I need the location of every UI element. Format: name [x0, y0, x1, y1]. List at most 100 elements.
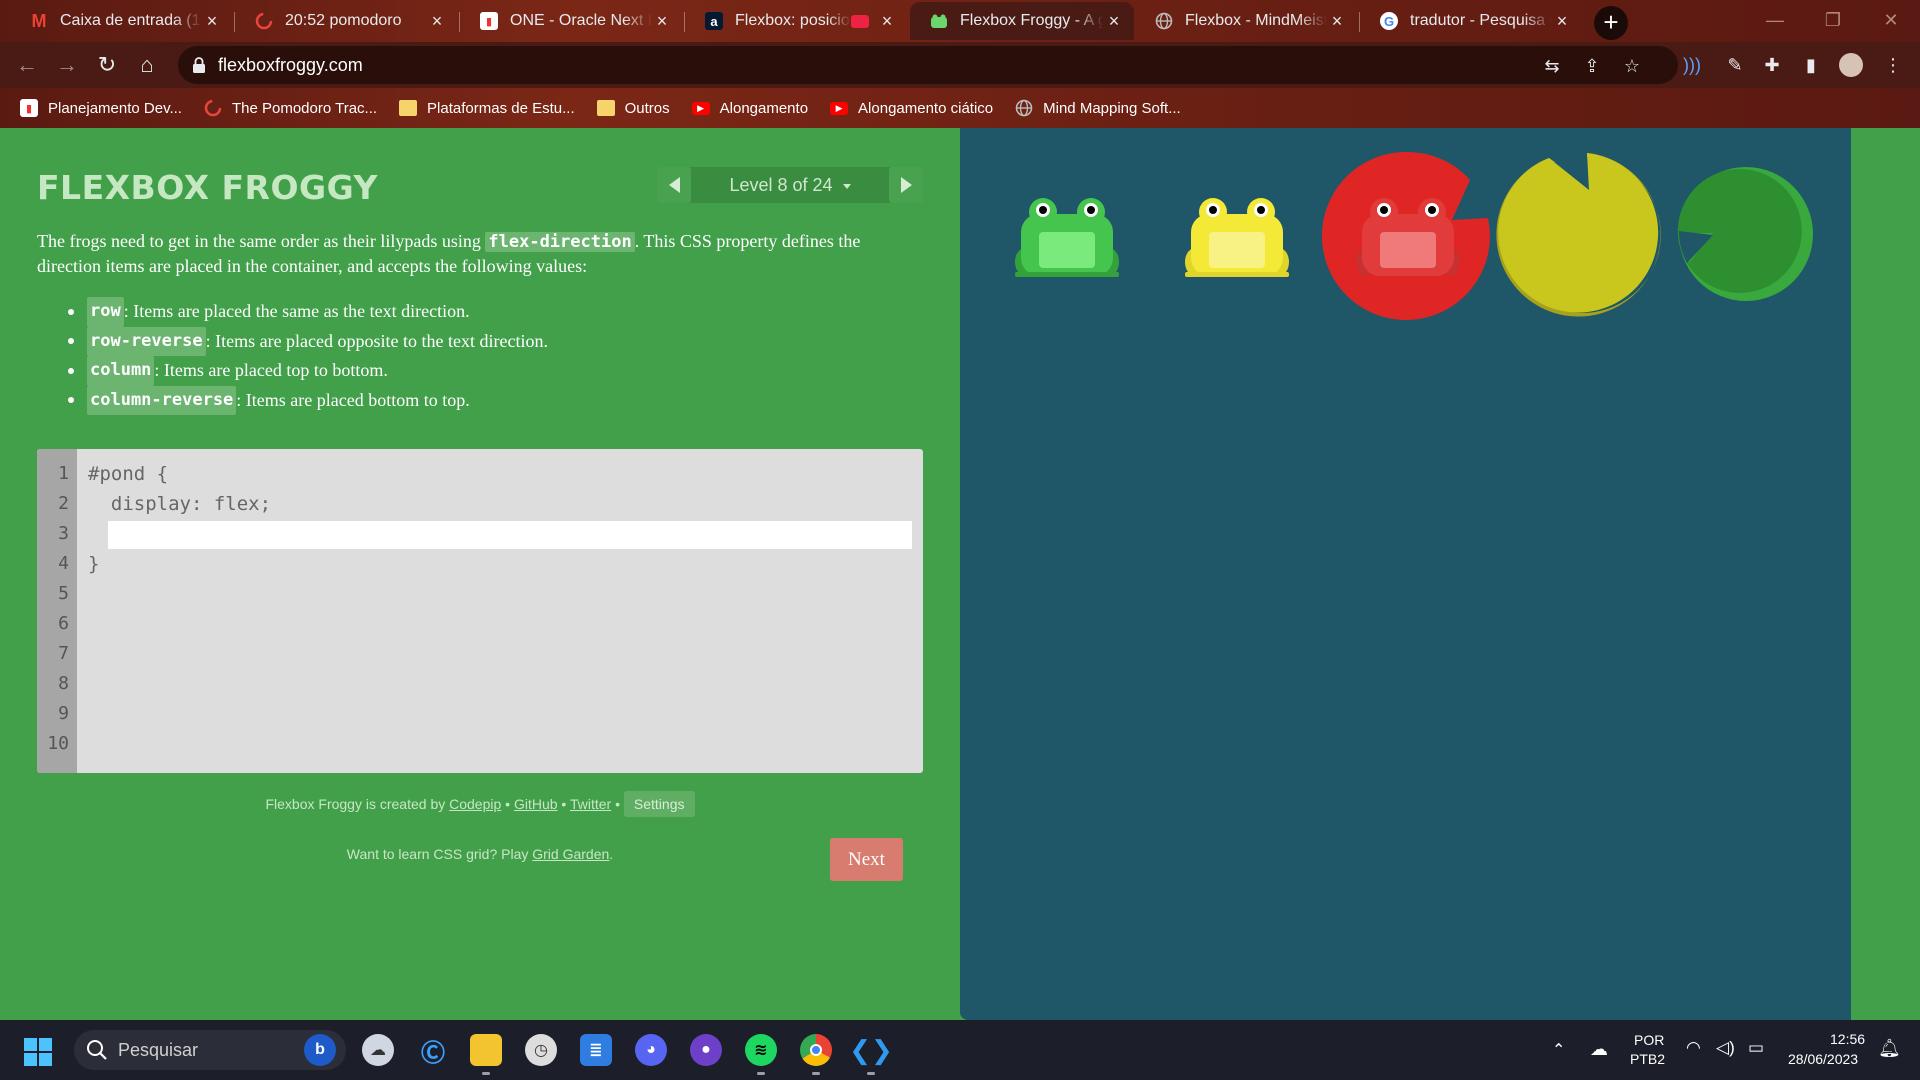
vscode-icon[interactable]: ❮❯ [849, 1034, 893, 1066]
notepad-icon[interactable]: ≣ [580, 1034, 612, 1066]
close-icon[interactable]: × [1552, 11, 1572, 31]
clock-time[interactable]: 12:56 [1830, 1031, 1865, 1047]
back-icon[interactable]: ← [12, 50, 42, 80]
new-tab-button[interactable]: + [1594, 6, 1628, 40]
bookmark-planejamento[interactable]: ▮ Planejamento Dev... [20, 99, 182, 117]
keyboard-layout[interactable]: PTB2 [1630, 1051, 1665, 1067]
weather-icon[interactable]: ☁ [362, 1034, 394, 1066]
ccleaner-icon[interactable]: Ⓒ [417, 1034, 449, 1067]
previous-level-button[interactable] [657, 167, 691, 203]
extension-pen-icon[interactable]: ✎ [1723, 53, 1747, 77]
chrome-icon[interactable] [800, 1034, 832, 1066]
tab-google-translate[interactable]: G tradutor - Pesquisa G × [1360, 2, 1582, 40]
discord-icon[interactable]: ◕ [635, 1034, 667, 1066]
forward-icon[interactable]: → [52, 50, 82, 80]
clock-icon[interactable]: ◷ [525, 1034, 557, 1066]
chevron-up-icon[interactable]: ⌃ [1552, 1040, 1565, 1060]
grid-garden-link[interactable]: Grid Garden [532, 846, 609, 862]
menu-kebab-icon[interactable]: ⋮ [1881, 53, 1905, 77]
taskbar-search[interactable]: Pesquisar b [74, 1030, 346, 1070]
translate-icon[interactable]: ⇆ [1541, 55, 1563, 77]
bookmark-pomodoro[interactable]: The Pomodoro Trac... [204, 99, 377, 117]
file-explorer-icon[interactable] [470, 1034, 502, 1066]
window-close-icon[interactable]: ✕ [1862, 0, 1920, 40]
tab-oracle[interactable]: ▮ ONE - Oracle Next Ed × [460, 2, 682, 40]
notification-bell-icon[interactable]: 🔔︎ [1878, 1038, 1901, 1059]
search-placeholder: Pesquisar [118, 1040, 199, 1060]
bookmark-label: The Pomodoro Trac... [231, 99, 378, 117]
profile-avatar[interactable] [1839, 53, 1863, 77]
close-icon[interactable]: × [652, 11, 672, 31]
volume-icon[interactable]: ◁) [1716, 1038, 1735, 1058]
battery-icon[interactable]: ▭ [1748, 1038, 1764, 1058]
code-line: #pond { [88, 463, 169, 485]
minimize-icon[interactable]: — [1746, 0, 1804, 40]
css-code-input[interactable] [108, 521, 912, 549]
level-indicator[interactable]: Level 8 of 24 [691, 167, 889, 203]
twitter-link[interactable]: Twitter [570, 796, 611, 812]
settings-button[interactable]: Settings [623, 791, 695, 817]
bookmark-label: Planejamento Dev... [48, 99, 182, 117]
instructions-text: The frogs need to get in the same order … [37, 231, 486, 251]
bing-icon[interactable]: b [304, 1034, 336, 1066]
value-code: row [87, 297, 124, 327]
value-description: : Items are placed top to bottom. [154, 360, 388, 380]
line-number: 8 [58, 673, 69, 694]
bullet [68, 308, 74, 315]
tab-title: ONE - Oracle Next Ed [510, 12, 652, 29]
next-button[interactable]: Next [830, 838, 903, 881]
lilypad-green [1677, 167, 1813, 301]
spotify-icon[interactable]: ≋ [745, 1034, 777, 1066]
bookmark-alongamento[interactable]: ▶ Alongamento [691, 99, 809, 117]
maximize-icon[interactable]: ❐ [1804, 0, 1862, 40]
page-title: FLEXBOX FROGGY [37, 168, 378, 207]
github-link[interactable]: GitHub [514, 796, 558, 812]
folder-icon [399, 100, 418, 116]
share-icon[interactable]: ⇪ [1581, 55, 1603, 77]
next-level-button[interactable] [889, 167, 923, 203]
url-text: flexboxfroggy.com [218, 55, 363, 75]
css-editor: 1 2 3 4 5 6 7 8 9 10 #pond { display: fl… [37, 449, 923, 773]
tab-flexbox-froggy[interactable]: Flexbox Froggy - A ga × [910, 2, 1134, 40]
close-icon[interactable]: × [1327, 11, 1347, 31]
tab-alura[interactable]: a Flexbox: posicion × [685, 2, 907, 40]
list-item: column: Items are placed top to bottom. [68, 356, 548, 386]
language-indicator[interactable]: POR [1634, 1032, 1664, 1048]
separator: • [611, 796, 624, 812]
close-icon[interactable]: × [1104, 11, 1124, 31]
bookmark-label: Alongamento [719, 99, 809, 117]
close-icon[interactable]: × [202, 11, 222, 31]
extensions-puzzle-icon[interactable]: ✚ [1760, 53, 1784, 77]
bookmark-alongamento-ciatico[interactable]: ▶ Alongamento ciático [830, 100, 993, 117]
promo-text: Want to learn CSS grid? Play [346, 846, 533, 862]
onedrive-icon[interactable]: ☁ [1590, 1039, 1608, 1060]
extension-audio-icon[interactable]: ))) [1680, 53, 1704, 77]
wifi-icon[interactable]: ◠ [1686, 1038, 1701, 1058]
windows-start-icon[interactable] [24, 1038, 52, 1066]
tab-title: Flexbox - MindMeiste [1185, 12, 1327, 29]
line-number: 4 [58, 553, 69, 574]
line-number: 2 [58, 493, 69, 514]
close-icon[interactable]: × [877, 11, 897, 31]
tab-mindmeister[interactable]: Flexbox - MindMeiste × [1135, 2, 1357, 40]
close-icon[interactable]: × [427, 11, 447, 31]
github-desktop-icon[interactable]: ● [690, 1034, 722, 1066]
bookmark-outros[interactable]: Outros [596, 100, 670, 117]
running-indicator [812, 1072, 820, 1075]
windows-taskbar: Pesquisar b ☁ Ⓒ ◷ ≣ ◕ ● ≋ ❮❯ ⌃ ☁ POR PTB… [0, 1020, 1920, 1080]
codepip-link[interactable]: Codepip [449, 796, 501, 812]
credits-text: Flexbox Froggy is created by [265, 796, 450, 812]
home-icon[interactable]: ⌂ [132, 50, 162, 80]
clock-date[interactable]: 28/06/2023 [1788, 1051, 1858, 1067]
reload-icon[interactable]: ↻ [92, 50, 122, 80]
side-panel-icon[interactable]: ▮ [1799, 53, 1823, 77]
bookmark-mind-mapping[interactable]: Mind Mapping Soft... [1015, 99, 1181, 117]
tab-pomodoro[interactable]: 20:52 pomodoro × [235, 2, 457, 40]
line-number-gutter: 1 2 3 4 5 6 7 8 9 10 [37, 449, 77, 773]
tab-strip: M Caixa de entrada (12) × 20:52 pomodoro… [0, 0, 1920, 42]
star-icon[interactable]: ☆ [1621, 55, 1643, 77]
address-bar[interactable]: flexboxfroggy.com ⇆ ⇪ ☆ [178, 46, 1678, 84]
tab-gmail[interactable]: M Caixa de entrada (12) × [10, 2, 232, 40]
tab-title: Flexbox: posicion [735, 12, 851, 29]
bookmark-plataformas[interactable]: Plataformas de Estu... [399, 100, 575, 117]
